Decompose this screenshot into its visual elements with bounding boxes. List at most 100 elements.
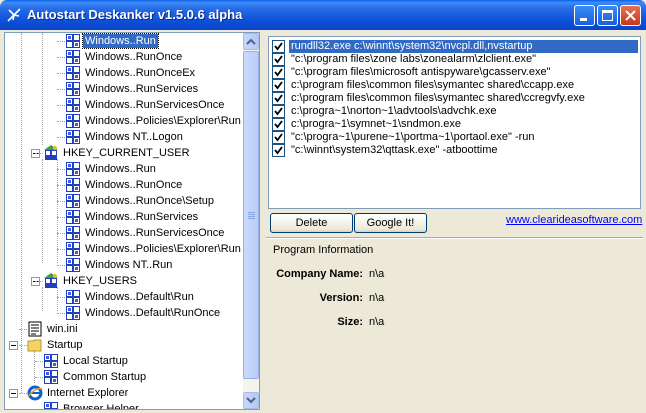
internet-explorer-icon: [27, 385, 43, 401]
check-icon: [274, 107, 283, 116]
tree-item[interactable]: Windows..Default\RunOnce: [5, 305, 241, 321]
registry-key-icon: [65, 113, 81, 129]
tree-line: [57, 105, 65, 106]
version-value: n\a: [369, 292, 385, 304]
grip-line: [248, 218, 255, 219]
tree-item[interactable]: Windows..Policies\Explorer\Run: [5, 241, 241, 257]
tree-item[interactable]: Windows..RunServicesOnce: [5, 97, 241, 113]
collapse-icon[interactable]: [9, 389, 18, 398]
tree-item[interactable]: Windows..Run: [5, 161, 241, 177]
tree-line: [57, 137, 65, 138]
tree-item[interactable]: Windows..RunOnceEx: [5, 65, 241, 81]
autostart-checkbox[interactable]: [272, 53, 285, 66]
tree-line: [57, 297, 65, 298]
tree-line: [57, 121, 65, 122]
tree-item-label: Windows..Run: [82, 33, 159, 49]
tree-item[interactable]: HKEY_USERS: [5, 273, 241, 289]
tree-item-label: Windows..Policies\Explorer\Run: [85, 243, 241, 255]
delete-button[interactable]: Delete: [270, 213, 353, 233]
autostart-checkbox[interactable]: [272, 66, 285, 79]
grip-line: [248, 212, 255, 213]
registry-hive-icon: [43, 273, 59, 289]
folder-icon: [27, 337, 43, 353]
tree-item[interactable]: Windows NT..Run: [5, 257, 241, 273]
scroll-thumb[interactable]: [243, 51, 259, 379]
website-link[interactable]: www.clearideasoftware.com: [506, 214, 642, 226]
autostart-list[interactable]: rundll32.exe c:\winnt\system32\nvcpl.dll…: [268, 36, 641, 209]
google-it-button[interactable]: Google It!: [354, 213, 427, 233]
tree-item-label: Windows..RunOnce\Setup: [85, 195, 215, 207]
tree-line: [57, 201, 65, 202]
size-value: n\a: [369, 316, 385, 328]
tree-line: [35, 377, 43, 378]
maximize-button[interactable]: [597, 5, 618, 26]
registry-key-icon: [65, 65, 81, 81]
autostart-command: rundll32.exe c:\winnt\system32\nvcpl.dll…: [289, 40, 638, 53]
tree-item-label: Windows..Policies\Explorer\Run: [85, 115, 241, 127]
close-button[interactable]: [620, 5, 641, 26]
tree-item[interactable]: Windows NT..Logon: [5, 129, 241, 145]
tree-item[interactable]: Common Startup: [5, 369, 241, 385]
autostart-command: c:\program files\common files\symantec s…: [291, 79, 575, 91]
tree-item-label: HKEY_CURRENT_USER: [63, 147, 190, 159]
tree-item[interactable]: Windows..Default\Run: [5, 289, 241, 305]
scroll-up-button[interactable]: [243, 33, 259, 50]
tree-line: [57, 73, 65, 74]
tree-item[interactable]: Windows..RunServices: [5, 209, 241, 225]
program-info-title: Program Information: [273, 244, 374, 256]
collapse-icon[interactable]: [9, 341, 18, 350]
tree-line: [57, 57, 65, 58]
registry-key-icon: [65, 193, 81, 209]
minimize-icon: [580, 18, 587, 21]
tree-item[interactable]: win.ini: [5, 321, 241, 337]
check-icon: [274, 68, 283, 77]
main-window: Autostart Deskanker v1.5.0.6 alpha Windo…: [0, 0, 646, 413]
autostart-checkbox[interactable]: [272, 118, 285, 131]
tree-item-label: Common Startup: [63, 371, 147, 383]
registry-key-icon: [65, 257, 81, 273]
tree-item[interactable]: Windows..Policies\Explorer\Run: [5, 113, 241, 129]
tree-item[interactable]: Browser Helper: [5, 401, 241, 410]
tree-item-label: Windows NT..Run: [85, 259, 173, 271]
tree-item[interactable]: Startup: [5, 337, 241, 353]
tree-item[interactable]: Internet Explorer: [5, 385, 241, 401]
tree-item[interactable]: Windows..RunServices: [5, 81, 241, 97]
tree-item[interactable]: HKEY_CURRENT_USER: [5, 145, 241, 161]
title-bar[interactable]: Autostart Deskanker v1.5.0.6 alpha: [0, 0, 646, 30]
tree-item[interactable]: Windows..RunOnce: [5, 49, 241, 65]
tree-item-label: Windows..RunServicesOnce: [85, 99, 225, 111]
autostart-checkbox[interactable]: [272, 92, 285, 105]
close-icon: [625, 10, 636, 21]
tree-scrollbar[interactable]: [243, 33, 259, 409]
maximize-icon: [602, 10, 613, 21]
autostart-checkbox[interactable]: [272, 40, 285, 53]
tree-item[interactable]: Windows..RunOnce\Setup: [5, 193, 241, 209]
autostart-checkbox[interactable]: [272, 105, 285, 118]
registry-tree[interactable]: Windows..Run Windows..RunOnce Windows..Run…: [4, 32, 260, 410]
tree-line: [35, 361, 43, 362]
autostart-checkbox[interactable]: [272, 131, 285, 144]
tree-item[interactable]: Windows..Run: [5, 33, 241, 49]
check-icon: [274, 42, 283, 51]
tree-item-label: Windows..RunServicesOnce: [85, 227, 225, 239]
registry-key-icon: [65, 129, 81, 145]
tree-item[interactable]: Local Startup: [5, 353, 241, 369]
registry-hive-icon: [43, 145, 59, 161]
separator: [266, 237, 643, 239]
tree-line: [57, 233, 65, 234]
tree-item-label: Windows..RunOnceEx: [85, 67, 196, 79]
autostart-checkbox[interactable]: [272, 144, 285, 157]
autostart-command: "c:\program files\microsoft antispyware\…: [291, 66, 551, 78]
tree-item[interactable]: Windows..RunOnce: [5, 177, 241, 193]
tree-item-label: Windows..Run: [85, 163, 156, 175]
tree-item[interactable]: Windows..RunServicesOnce: [5, 225, 241, 241]
autostart-checkbox[interactable]: [272, 79, 285, 92]
registry-key-icon: [65, 209, 81, 225]
tree-line: [19, 345, 27, 346]
arrow-down-icon: [246, 397, 256, 404]
scroll-down-button[interactable]: [243, 392, 259, 409]
minimize-button[interactable]: [574, 5, 595, 26]
autostart-command: c:\program files\common files\symantec s…: [291, 92, 585, 104]
autostart-command: "c:\progra~1\purene~1\portma~1\portaol.e…: [291, 131, 535, 143]
tree-line: [35, 409, 43, 410]
